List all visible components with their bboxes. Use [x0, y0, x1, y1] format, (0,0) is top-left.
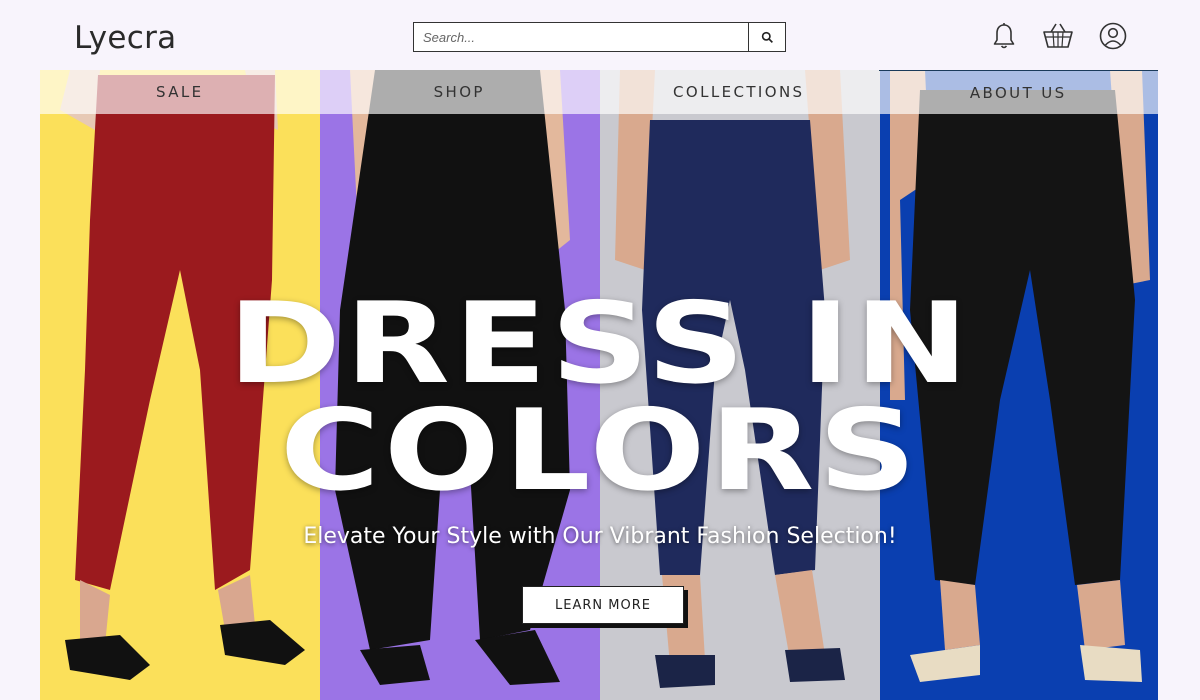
- search-bar: [413, 22, 786, 52]
- main-nav: SALE SHOP COLLECTIONS ABOUT US: [40, 70, 1158, 114]
- nav-sale[interactable]: SALE: [40, 70, 320, 114]
- nav-about-us[interactable]: ABOUT US: [878, 70, 1158, 114]
- nav-collections[interactable]: COLLECTIONS: [599, 70, 879, 114]
- search-button[interactable]: [748, 23, 785, 51]
- cart-button[interactable]: [1040, 20, 1076, 52]
- search-input[interactable]: [414, 23, 748, 51]
- nav-shop[interactable]: SHOP: [319, 70, 599, 114]
- notifications-button[interactable]: [988, 20, 1020, 52]
- basket-icon: [1043, 23, 1073, 48]
- brand-logo[interactable]: Lyecra: [74, 20, 176, 56]
- hero-headline-line2: COLORS: [279, 386, 921, 516]
- search-icon: [761, 31, 773, 43]
- bell-icon: [993, 23, 1015, 49]
- hero-headline-line1: DRESS IN: [227, 279, 973, 409]
- learn-more-button[interactable]: LEARN MORE: [522, 586, 684, 624]
- account-button[interactable]: [1097, 20, 1129, 52]
- user-icon: [1099, 22, 1127, 50]
- hero-subtitle: Elevate Your Style with Our Vibrant Fash…: [303, 524, 897, 549]
